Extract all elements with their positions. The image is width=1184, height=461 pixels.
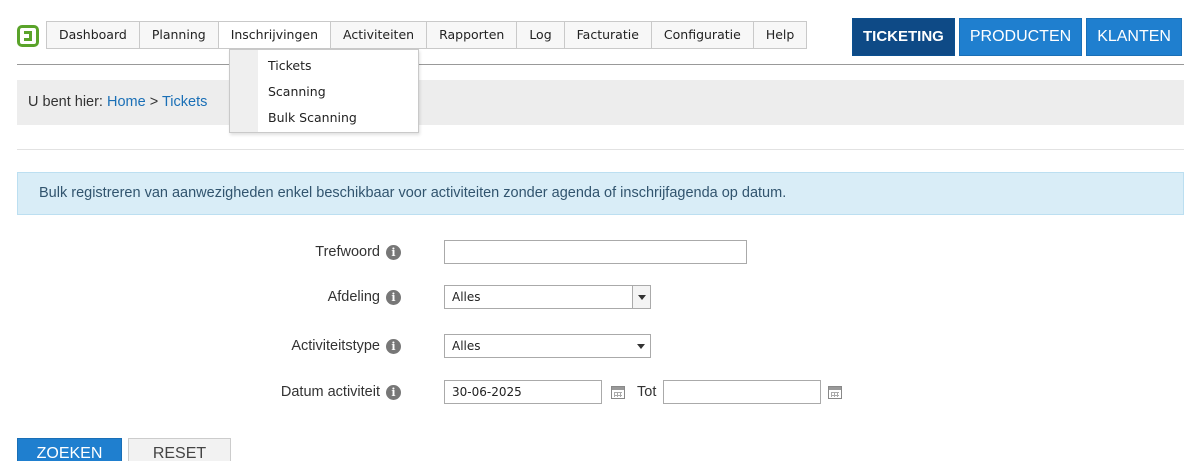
breadcrumb: U bent hier: Home > Tickets <box>17 80 1184 125</box>
producten-button[interactable]: PRODUCTEN <box>958 18 1083 56</box>
chevron-down-icon[interactable] <box>632 335 650 357</box>
ticketing-button[interactable]: TICKETING <box>852 18 955 56</box>
nav-item-planning[interactable]: Planning <box>140 22 219 48</box>
breadcrumb-prefix: U bent hier: <box>28 94 103 110</box>
date-to-input[interactable] <box>663 380 821 404</box>
top-navigation-bar: Dashboard Planning Inschrijvingen Activi… <box>0 0 1184 60</box>
submenu-item-tickets[interactable]: Tickets <box>230 53 418 79</box>
date-to-label: Tot <box>637 384 657 400</box>
calendar-icon[interactable] <box>611 386 625 399</box>
chevron-down-icon[interactable] <box>632 286 650 308</box>
nav-item-facturatie[interactable]: Facturatie <box>565 22 652 48</box>
klanten-button[interactable]: KLANTEN <box>1086 18 1182 56</box>
nav-item-activiteiten[interactable]: Activiteiten <box>331 22 428 48</box>
keyword-label-group: Trefwoord i <box>315 240 401 264</box>
department-row: Afdeling i Alles <box>0 285 1184 311</box>
info-banner: Bulk registreren van aanwezigheden enkel… <box>17 172 1184 215</box>
nav-item-configuratie[interactable]: Configuratie <box>652 22 754 48</box>
department-label: Afdeling <box>327 289 380 305</box>
calendar-icon[interactable] <box>828 386 842 399</box>
nav-item-inschrijvingen[interactable]: Inschrijvingen <box>218 22 332 48</box>
info-icon[interactable]: i <box>386 244 401 260</box>
department-select-value: Alles <box>452 290 481 304</box>
submenu-item-scanning[interactable]: Scanning <box>230 79 418 105</box>
nav-divider <box>17 64 1184 65</box>
activity-type-label: Activiteitstype <box>291 338 380 354</box>
department-label-group: Afdeling i <box>328 285 401 309</box>
activity-type-row: Activiteitstype i Alles <box>0 334 1184 360</box>
section-divider <box>17 149 1184 150</box>
info-icon[interactable]: i <box>386 289 401 305</box>
nav-item-log[interactable]: Log <box>517 22 565 48</box>
search-button[interactable]: ZOEKEN <box>17 438 122 461</box>
date-from-input[interactable]: 30-06-2025 <box>444 380 602 404</box>
date-row: Datum activiteit i 30-06-2025 Tot <box>0 380 1184 406</box>
keyword-label: Trefwoord <box>315 244 380 260</box>
info-icon[interactable]: i <box>386 338 401 354</box>
module-buttons: TICKETING PRODUCTEN KLANTEN <box>852 18 1182 56</box>
nav-item-rapporten[interactable]: Rapporten <box>427 22 518 48</box>
activity-type-label-group: Activiteitstype i <box>291 334 401 358</box>
inschrijvingen-submenu: Tickets Scanning Bulk Scanning <box>229 49 419 133</box>
nav-item-help[interactable]: Help <box>754 22 807 48</box>
main-menu: Dashboard Planning Inschrijvingen Activi… <box>46 21 808 49</box>
reset-button[interactable]: RESET <box>128 438 231 461</box>
keyword-row: Trefwoord i <box>0 240 1184 266</box>
submenu-item-bulk-scanning[interactable]: Bulk Scanning <box>230 105 418 131</box>
department-select[interactable]: Alles <box>444 285 651 309</box>
activity-type-select-value: Alles <box>452 339 481 353</box>
activity-type-select[interactable]: Alles <box>444 334 651 358</box>
nav-item-dashboard[interactable]: Dashboard <box>47 22 140 48</box>
info-icon[interactable]: i <box>386 384 401 400</box>
breadcrumb-home-link[interactable]: Home <box>107 94 146 110</box>
breadcrumb-current-link[interactable]: Tickets <box>162 94 207 110</box>
app-logo-icon[interactable] <box>17 25 39 47</box>
date-label: Datum activiteit <box>280 384 380 400</box>
date-label-group: Datum activiteit i <box>281 380 401 404</box>
keyword-input[interactable] <box>444 240 747 264</box>
breadcrumb-separator: > <box>149 94 159 110</box>
